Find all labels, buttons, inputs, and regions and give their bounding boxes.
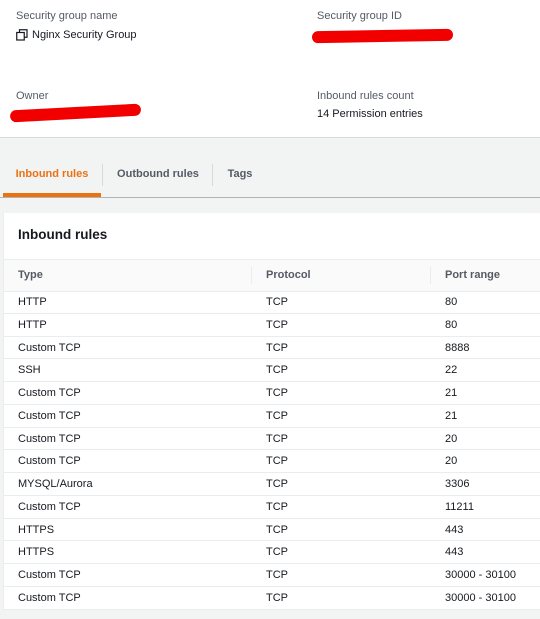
cell-port-range: 11211 [445, 500, 474, 513]
cell-protocol: TCP [266, 500, 288, 513]
cell-port-range: 3306 [445, 478, 470, 490]
cell-protocol: TCP [266, 591, 288, 604]
table-row[interactable]: Custom TCP TCP 30000 - 30100 [4, 587, 540, 610]
column-divider[interactable] [251, 267, 252, 284]
cell-port-range: 443 [445, 523, 464, 536]
table-row[interactable]: Custom TCP TCP 20 [4, 450, 540, 473]
cell-port-range: 22 [445, 364, 458, 377]
cell-port-range: 30000 - 30100 [445, 569, 516, 581]
cell-type: MYSQL/Aurora [18, 478, 93, 490]
cell-protocol: TCP [266, 296, 288, 308]
inbound-rules-count-label: Inbound rules count [317, 90, 414, 102]
security-group-id-label: Security group ID [317, 10, 402, 22]
cell-protocol: TCP [266, 569, 288, 581]
table-row[interactable]: SSH TCP 22 [4, 359, 540, 382]
table-row[interactable]: HTTPS TCP 443 [4, 541, 540, 564]
security-group-name-label: Security group name [16, 10, 118, 22]
table-row[interactable]: Custom TCP TCP 11211 [4, 496, 540, 519]
cell-port-range: 443 [445, 546, 464, 559]
details-tabs: Inbound rules Outbound rules Tags [0, 154, 540, 198]
cell-port-range: 20 [445, 432, 458, 445]
redacted-owner [9, 103, 142, 123]
cell-type: Custom TCP [18, 500, 81, 513]
active-tab-indicator [3, 193, 101, 197]
cell-type: HTTPS [18, 523, 55, 536]
column-divider[interactable] [430, 267, 431, 284]
tab-tags[interactable]: Tags [214, 154, 266, 195]
cell-type: HTTP [18, 318, 47, 331]
cell-port-range: 20 [445, 455, 458, 468]
cell-type: HTTPS [18, 546, 55, 559]
table-row[interactable]: HTTPS TCP 443 [4, 519, 540, 542]
owner-label: Owner [16, 90, 49, 102]
cell-type: SSH [18, 364, 41, 377]
redacted-security-group-id [311, 28, 454, 44]
table-row[interactable]: MYSQL/Aurora TCP 3306 [4, 473, 540, 496]
tab-divider [212, 164, 213, 186]
cell-protocol: TCP [266, 546, 288, 559]
cell-protocol: TCP [266, 409, 288, 422]
cell-protocol: TCP [266, 341, 288, 354]
cell-port-range: 21 [445, 409, 458, 422]
cell-port-range: 30000 - 30100 [445, 591, 516, 604]
table-row[interactable]: Custom TCP TCP 21 [4, 382, 540, 405]
cell-type: Custom TCP [18, 387, 81, 399]
cell-protocol: TCP [266, 364, 288, 377]
tab-outbound-rules[interactable]: Outbound rules [104, 154, 212, 195]
cell-protocol: TCP [266, 523, 288, 536]
cell-protocol: TCP [266, 432, 288, 445]
column-header-type[interactable]: Type [18, 260, 43, 291]
tab-inbound-rules[interactable]: Inbound rules [3, 154, 101, 195]
cell-type: Custom TCP [18, 409, 81, 422]
cell-port-range: 80 [445, 296, 458, 308]
cell-protocol: TCP [266, 387, 288, 399]
security-group-name-value: Nginx Security Group [32, 29, 137, 41]
table-row[interactable]: HTTP TCP 80 [4, 314, 540, 337]
inbound-rules-count-value: 14 Permission entries [317, 108, 423, 120]
column-header-protocol[interactable]: Protocol [266, 260, 311, 291]
table-row[interactable]: Custom TCP TCP 20 [4, 428, 540, 451]
cell-type: Custom TCP [18, 569, 81, 581]
table-row[interactable]: Custom TCP TCP 21 [4, 405, 540, 428]
inbound-rules-panel: Inbound rules Type Protocol Port range H… [3, 213, 540, 610]
column-header-port-range[interactable]: Port range [445, 260, 500, 291]
tab-divider [102, 164, 103, 186]
security-group-details: Security group name Nginx Security Group… [0, 0, 540, 138]
cell-type: Custom TCP [18, 591, 81, 604]
cell-type: HTTP [18, 296, 47, 308]
table-row[interactable]: HTTP TCP 80 [4, 291, 540, 314]
cell-type: Custom TCP [18, 455, 81, 468]
panel-title: Inbound rules [18, 227, 108, 242]
copy-icon[interactable] [16, 29, 28, 41]
cell-protocol: TCP [266, 478, 288, 490]
cell-protocol: TCP [266, 455, 288, 468]
table-header: Type Protocol Port range [4, 259, 540, 292]
cell-protocol: TCP [266, 318, 288, 331]
cell-type: Custom TCP [18, 432, 81, 445]
cell-port-range: 80 [445, 318, 458, 331]
cell-port-range: 8888 [445, 341, 470, 354]
table-body: HTTP TCP 80 HTTP TCP 80 Custom TCP TCP 8888 SSH TC… [4, 291, 540, 610]
cell-type: Custom TCP [18, 341, 81, 354]
table-row[interactable]: Custom TCP TCP 30000 - 30100 [4, 564, 540, 587]
table-row[interactable]: Custom TCP TCP 8888 [4, 337, 540, 360]
cell-port-range: 21 [445, 387, 458, 399]
